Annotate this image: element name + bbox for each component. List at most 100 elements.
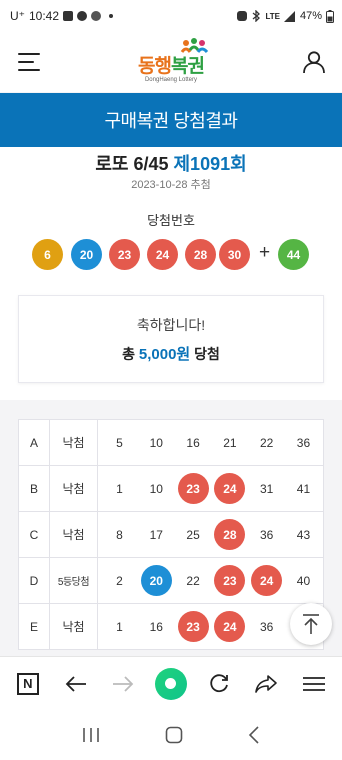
winning-ball: 23 <box>109 239 140 270</box>
game-number: 31 <box>260 481 274 496</box>
game-numbers: 5 10 16 21 22 36 <box>97 419 324 466</box>
game-number: 1 <box>116 619 123 634</box>
game-number: 10 <box>149 435 163 450</box>
game-number: 43 <box>296 527 311 542</box>
clock: 10:42 <box>29 9 60 23</box>
matched-number: 20 <box>140 565 172 596</box>
game-name: 로또 6/45 <box>95 154 169 174</box>
game-number: 16 <box>186 435 200 450</box>
browser-toolbar: N <box>0 656 342 710</box>
game-result: 낙첨 <box>49 419 98 466</box>
game-number: 22 <box>260 435 274 450</box>
battery-percent: 47% <box>299 10 322 22</box>
game-numbers: 1 10 23 24 31 41 <box>97 465 324 512</box>
game-set-label: D <box>18 557 50 604</box>
more-notifications-icon <box>109 14 114 18</box>
bluetooth-icon <box>253 10 261 22</box>
prize-summary-box: 축하합니다! 총 5,000원 당첨 <box>18 295 324 383</box>
game-set-label: B <box>18 465 50 512</box>
game-row: C 낙첨 8 17 25 28 36 43 <box>18 511 324 558</box>
game-row: A 낙첨 5 10 16 21 22 36 <box>18 419 324 466</box>
share-icon <box>255 674 278 693</box>
game-row: B 낙첨 1 10 23 24 31 41 <box>18 465 324 512</box>
matched-number: 23 <box>214 565 246 596</box>
draw-date: 2023-10-28 추첨 <box>131 179 211 191</box>
game-set-label: A <box>18 419 50 466</box>
game-number: 1 <box>116 481 123 496</box>
bonus-ball: 44 <box>278 239 309 270</box>
matched-number: 23 <box>177 473 209 504</box>
green-dot-button[interactable] <box>151 664 191 704</box>
logo-text-part1: 동행 <box>138 56 172 77</box>
browser-menu-button[interactable] <box>294 664 334 704</box>
facebook-icon <box>77 11 88 21</box>
game-number: 36 <box>296 435 311 450</box>
network-type-label: LTE <box>265 11 280 21</box>
scroll-to-top-button[interactable] <box>290 603 332 645</box>
total-amount: 5,000원 <box>138 345 191 363</box>
draw-title: 로또 6/45 제1091회 <box>0 150 342 176</box>
app-header: 동행복권 DongHaeng Lottery <box>0 32 342 92</box>
back-button[interactable] <box>56 664 96 704</box>
winning-ball: 28 <box>185 239 216 270</box>
game-number: 25 <box>186 527 200 542</box>
winning-ball: 30 <box>219 239 250 270</box>
game-result: 낙첨 <box>49 603 98 650</box>
total-prefix: 총 <box>122 345 135 362</box>
green-home-icon <box>154 667 187 700</box>
game-number: 10 <box>149 481 163 496</box>
forward-button[interactable] <box>103 664 143 704</box>
naver-n-icon: N <box>16 672 39 695</box>
game-number: 5 <box>116 435 123 450</box>
bonus-plus-sign: + <box>259 242 271 263</box>
game-number: 41 <box>296 481 311 496</box>
game-numbers: 2 20 22 23 24 40 <box>97 557 324 604</box>
signal-icon <box>283 10 295 22</box>
person-icon[interactable] <box>302 50 326 74</box>
winning-ball: 6 <box>32 239 63 270</box>
game-set-label: E <box>18 603 50 650</box>
battery-icon <box>326 9 334 23</box>
congrats-text: 축하합니다! <box>136 316 206 333</box>
gallery-icon <box>63 11 74 21</box>
forward-arrow-icon <box>113 675 134 692</box>
system-navigation-bar <box>0 710 342 760</box>
arrow-up-to-line-icon <box>303 614 319 634</box>
logo-subtitle: DongHaeng Lottery <box>144 77 198 83</box>
matched-number: 24 <box>251 565 283 596</box>
winning-ball: 20 <box>71 239 102 270</box>
game-result: 낙첨 <box>49 465 98 512</box>
share-button[interactable] <box>246 664 286 704</box>
donghaeng-lottery-logo[interactable]: 동행복권 DongHaeng Lottery <box>138 38 209 83</box>
game-number: 2 <box>116 573 123 588</box>
page-title: 구매복권 당첨결과 <box>104 111 238 131</box>
back-icon[interactable] <box>248 726 260 744</box>
back-arrow-icon <box>65 675 86 692</box>
alarm-icon <box>237 11 248 21</box>
game-number: 17 <box>149 527 163 542</box>
hamburger-icon[interactable] <box>18 53 40 71</box>
naver-button[interactable]: N <box>8 664 48 704</box>
refresh-button[interactable] <box>199 664 239 704</box>
game-row: E 낙첨 1 16 23 24 36 <box>18 603 324 650</box>
winning-ball: 24 <box>147 239 178 270</box>
matched-number: 24 <box>214 611 246 642</box>
home-icon[interactable] <box>165 726 183 744</box>
matched-number: 28 <box>214 519 246 550</box>
winning-numbers-label: 당첨번호 <box>147 213 195 228</box>
draw-round: 제1091회 <box>173 154 247 174</box>
matched-number: 24 <box>214 473 246 504</box>
game-number: 36 <box>260 527 274 542</box>
page-title-banner: 구매복권 당첨결과 <box>0 93 342 147</box>
carrier-label: U⁺ <box>10 9 25 23</box>
total-prize: 총 5,000원 당첨 <box>122 343 220 364</box>
game-number: 36 <box>260 619 274 634</box>
total-suffix: 당첨 <box>194 345 220 362</box>
game-result: 5등당첨 <box>49 557 98 604</box>
game-number: 16 <box>149 619 163 634</box>
recent-apps-icon[interactable] <box>82 727 100 743</box>
purchased-games-table: A 낙첨 5 10 16 21 22 36 B 낙첨 1 10 23 24 31 41 C 낙첨 8 17 25 28 36… <box>18 419 324 650</box>
game-number: 8 <box>116 527 123 542</box>
game-number: 21 <box>223 435 237 450</box>
refresh-icon <box>209 673 228 692</box>
